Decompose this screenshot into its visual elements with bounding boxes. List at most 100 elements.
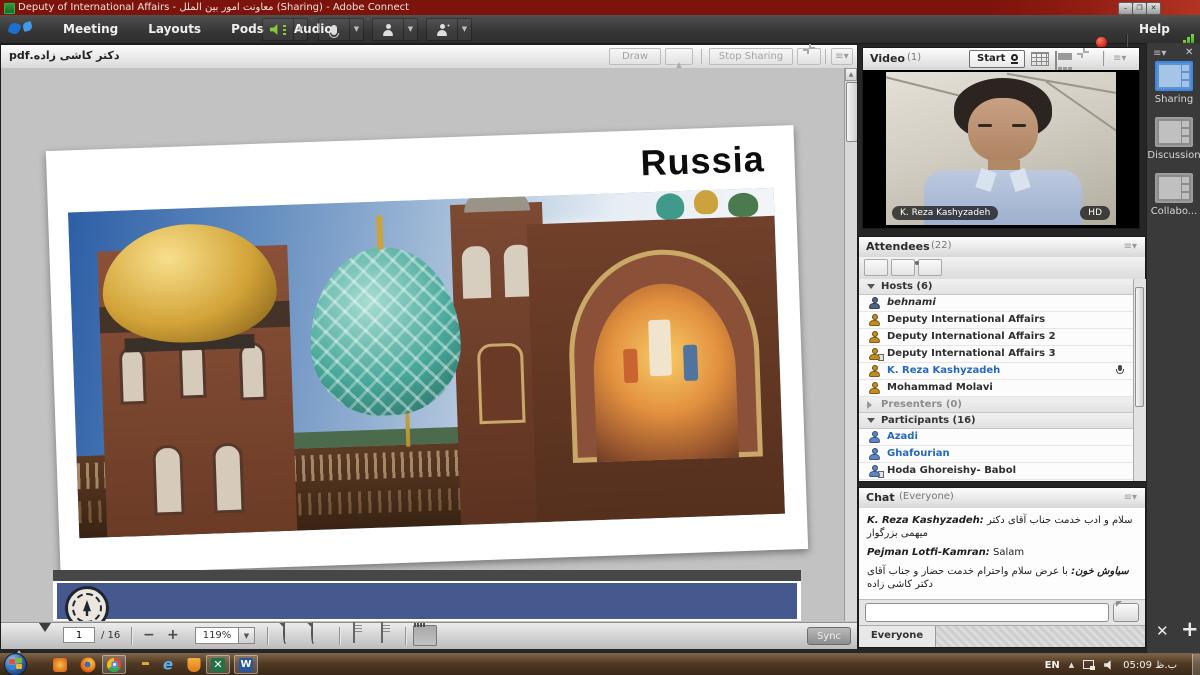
speaker-control[interactable]: ▼ [262,18,308,41]
zoom-in-button[interactable]: + [167,623,179,647]
taskbar-firefox[interactable] [76,655,100,674]
pods-add-icon[interactable]: + [1181,617,1199,641]
share-pod-menu-button[interactable]: ≡▾ [831,48,853,65]
attendee-status-view-button[interactable] [918,259,942,276]
minimize-button[interactable]: – [1118,2,1133,15]
scroll-up-icon[interactable]: ▲ [845,68,857,81]
start-button[interactable] [4,653,27,675]
attendee-row[interactable]: behnami [859,295,1133,312]
share-fullscreen-button[interactable] [797,48,821,65]
sync-button[interactable]: Sync [807,627,851,645]
chat-send-button[interactable] [1113,603,1139,622]
pointer-tool-button[interactable] [665,48,693,65]
grid-view-button[interactable] [1031,52,1049,66]
speaker-dropdown[interactable]: ▼ [294,19,307,40]
chat-tab-everyone[interactable]: Everyone [859,626,936,647]
raise-hand-icon [436,24,448,36]
video-pod-title: Video [870,52,905,65]
attendee-row[interactable]: Mohammad Molavi [859,380,1133,397]
help-menu[interactable]: Help [1139,15,1170,43]
volume-icon[interactable] [1104,660,1114,670]
maximize-button[interactable]: ❐ [1132,2,1147,15]
attendee-name: Deputy International Affairs [887,314,1045,325]
attendee-role-icon [868,382,881,394]
page-up-button[interactable] [13,631,25,650]
chat-pod-title: Chat [866,491,895,504]
webcam-icon [382,24,394,36]
chat-pod-menu-button[interactable]: ≡▾ [1124,490,1137,505]
rotate-ccw-button[interactable] [283,623,287,642]
photo-finial [376,215,383,249]
share-pod-header: دکتر کاشی زاده.pdf Draw Stop Sharing ≡▾ [1,45,857,69]
menu-item-layouts[interactable]: Layouts [133,15,216,43]
attendee-list-view-button[interactable] [864,259,888,276]
layout-thumbnail-sharing[interactable] [1155,61,1193,91]
attendee-section-header[interactable]: Participants (16) [859,413,1133,429]
layout-thumbnail-collabo[interactable] [1155,173,1193,203]
attendee-row[interactable]: Hoda Ghoreishy- Babol [859,463,1133,480]
layouts-menu-icon[interactable]: ≡▾ [1153,48,1166,59]
show-desktop-button[interactable] [1192,654,1200,675]
menu-bar: MeetingLayoutsPodsAudio ▼ ▼ ▼ ▼ Help [0,15,1200,44]
layouts-close-icon[interactable]: ✕ [1185,47,1193,58]
video-body: K. Reza Kashyzadeh HD [863,70,1139,228]
taskbar-word[interactable]: W [234,655,258,674]
attendee-row[interactable]: K. Reza Kashyzadeh [859,363,1133,380]
scrollbar-thumb[interactable] [1135,287,1144,407]
page-number-input[interactable] [63,627,95,643]
attendee-row[interactable]: Deputy International Affairs 2 [859,329,1133,346]
tray-expand-icon[interactable]: ▲ [1069,661,1074,669]
page-down-button[interactable] [39,632,51,651]
draw-button[interactable]: Draw [609,48,661,65]
raise-hand-control[interactable]: ▼ [426,18,472,41]
attendee-row[interactable]: Azadi [859,429,1133,446]
pods-close-icon[interactable]: ✕ [1156,622,1169,640]
fit-width-button[interactable] [353,623,355,642]
taskbar-shield-app[interactable] [182,655,206,674]
fit-page-button[interactable] [381,623,383,642]
layout-label: Sharing [1147,94,1200,105]
video-pod-menu-button[interactable]: ≡▾ [1113,51,1126,66]
attendee-section-header[interactable]: Hosts (6) [859,279,1133,295]
filmstrip-view-button[interactable] [1055,51,1057,72]
zoom-dropdown[interactable]: ▼ [239,627,255,644]
language-indicator[interactable]: EN [1045,660,1060,671]
network-icon[interactable] [1083,660,1095,670]
hand-tool-button[interactable] [413,625,437,646]
attendees-scrollbar[interactable] [1133,279,1146,481]
taskbar-chrome[interactable] [102,655,126,674]
webcam-dropdown[interactable]: ▼ [404,19,417,40]
start-webcam-button[interactable]: Start [969,50,1025,68]
chat-message: سیاوش خون: با عرض سلام واحترام خدمت حضار… [867,565,1137,591]
layout-thumbnail-discussion[interactable] [1155,117,1193,147]
microphone-dropdown[interactable]: ▼ [350,19,363,40]
microphone-control[interactable]: ▼ [318,18,364,41]
scrollbar-thumb[interactable] [846,82,857,142]
taskbar-internet-explorer[interactable]: e [156,655,180,674]
rotate-cw-button[interactable] [311,623,315,642]
attendees-pod-menu-button[interactable]: ≡▾ [1124,239,1137,254]
attendee-row[interactable]: Deputy International Affairs [859,312,1133,329]
attendee-name: Azadi [887,431,918,442]
taskbar-media-player[interactable] [48,655,72,674]
attendee-row[interactable]: Ghafourian [859,446,1133,463]
chat-input[interactable] [865,603,1109,622]
attendee-role-icon [868,314,881,326]
document-scrollbar[interactable]: ▲ [844,68,857,621]
menu-item-meeting[interactable]: Meeting [48,15,133,43]
attendee-role-icon [868,465,881,477]
slide-photo-church [68,188,785,538]
zoom-level-value[interactable]: 119% [195,627,239,644]
zoom-out-button[interactable]: − [143,623,155,647]
clock[interactable]: 05:09 ب.ظ [1123,660,1177,671]
shield-icon [188,658,201,672]
webcam-control[interactable]: ▼ [372,18,418,41]
attendee-section-header[interactable]: Presenters (0) [859,397,1133,413]
taskbar-explorer[interactable] [130,655,154,674]
stop-sharing-button[interactable]: Stop Sharing [709,48,793,65]
attendee-row[interactable]: Deputy International Affairs 3 [859,346,1133,363]
taskbar-excel[interactable]: ✕ [206,655,230,674]
close-button[interactable]: ✕ [1146,2,1161,15]
attendee-grid-view-button[interactable] [891,259,915,276]
raise-hand-dropdown[interactable]: ▼ [458,19,471,40]
